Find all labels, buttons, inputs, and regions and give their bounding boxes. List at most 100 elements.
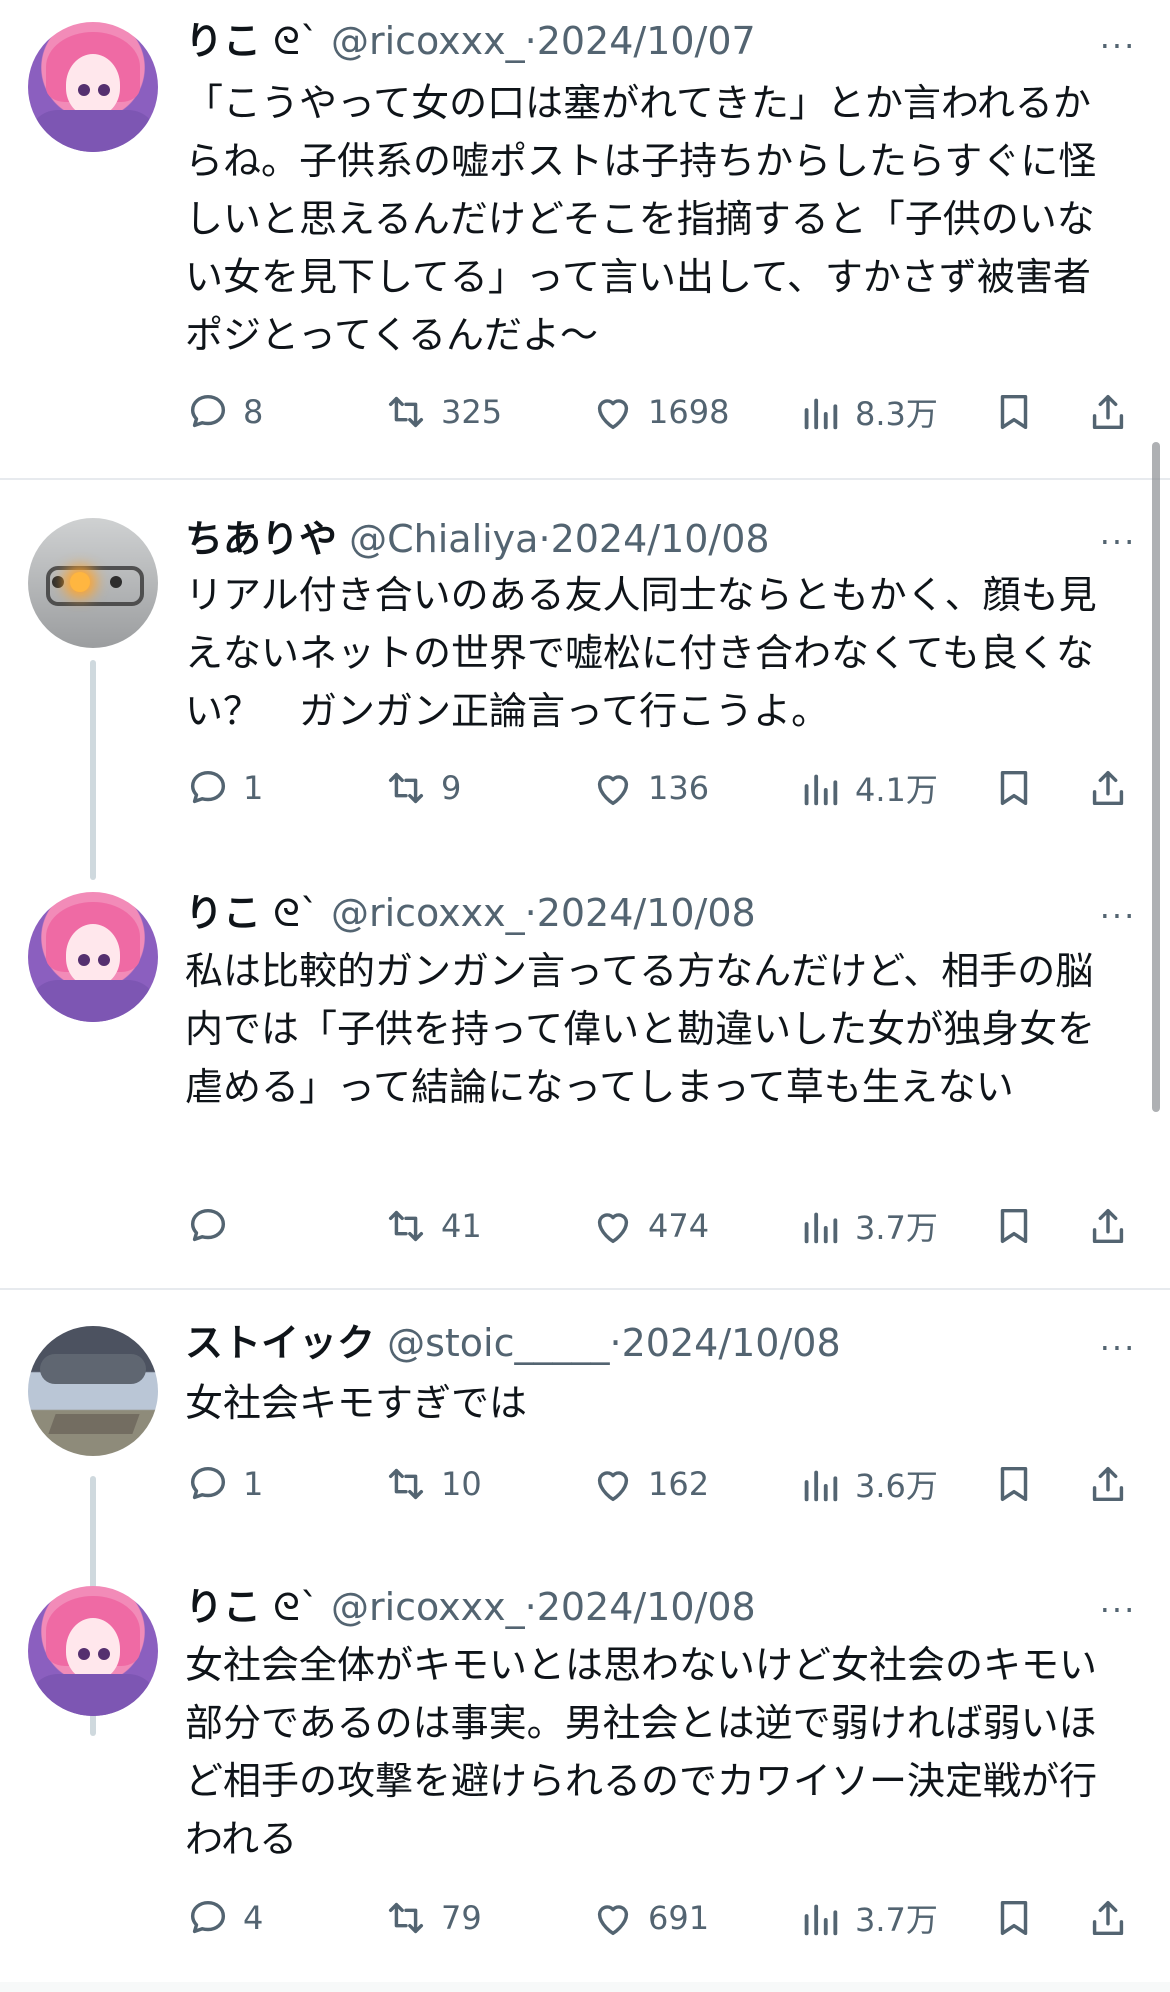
retweet-count: 325 bbox=[441, 393, 503, 431]
divider bbox=[0, 1982, 1170, 1992]
reply-button[interactable]: 8 bbox=[185, 386, 263, 438]
separator-dot: · bbox=[609, 1321, 622, 1365]
view-count: 4.1万 bbox=[855, 771, 938, 809]
retweet-button[interactable]: 79 bbox=[383, 1892, 482, 1944]
author-handle[interactable]: @ricoxxx_ bbox=[331, 19, 525, 63]
views-button[interactable]: 3.7万 bbox=[797, 1200, 938, 1252]
avatar-eye bbox=[98, 1648, 110, 1660]
views-button[interactable]: 8.3万 bbox=[797, 386, 938, 438]
more-options-icon[interactable]: ··· bbox=[1096, 1332, 1140, 1364]
author-handle[interactable]: @stoic_____ bbox=[387, 1321, 609, 1365]
share-button[interactable] bbox=[1085, 762, 1131, 814]
separator-dot: · bbox=[524, 1585, 537, 1629]
reply-icon bbox=[190, 394, 226, 428]
separator-dot: · bbox=[524, 19, 537, 63]
like-button[interactable]: 136 bbox=[590, 762, 709, 814]
share-button[interactable] bbox=[1085, 1458, 1131, 1510]
like-button[interactable]: 162 bbox=[590, 1458, 709, 1510]
bookmark-icon bbox=[1000, 1466, 1028, 1502]
heart-icon bbox=[597, 1905, 629, 1936]
tweet-date[interactable]: 2024/10/08 bbox=[537, 1585, 756, 1629]
more-options-icon[interactable]: ··· bbox=[1096, 1594, 1140, 1626]
emoji-icon: ᘓ` bbox=[273, 19, 319, 63]
more-options-icon[interactable]: ··· bbox=[1096, 526, 1140, 558]
reply-button[interactable]: 1 bbox=[185, 762, 263, 814]
author-name[interactable]: りこ bbox=[185, 1585, 261, 1629]
like-button[interactable]: 691 bbox=[590, 1892, 709, 1944]
views-button[interactable]: 4.1万 bbox=[797, 762, 938, 814]
bookmark-button[interactable] bbox=[991, 762, 1037, 814]
tweet-actions: 4 79 691 3.7万 bbox=[185, 1892, 1135, 1944]
reply-button[interactable] bbox=[185, 1200, 243, 1252]
author-handle[interactable]: @ricoxxx_ bbox=[331, 891, 525, 935]
retweet-button[interactable]: 41 bbox=[383, 1200, 482, 1252]
avatar-sweater bbox=[28, 110, 158, 152]
avatar-face bbox=[66, 924, 120, 986]
bookmark-button[interactable] bbox=[991, 1200, 1037, 1252]
retweet-icon bbox=[388, 1902, 424, 1934]
heart-icon bbox=[597, 1471, 629, 1502]
view-count: 8.3万 bbox=[855, 395, 938, 433]
bookmark-icon bbox=[1000, 394, 1028, 430]
tweet-date[interactable]: 2024/10/07 bbox=[537, 19, 756, 63]
like-count: 1698 bbox=[648, 393, 730, 431]
avatar[interactable] bbox=[28, 1326, 158, 1456]
tweet-date[interactable]: 2024/10/08 bbox=[537, 891, 756, 935]
avatar-dot bbox=[52, 576, 64, 588]
views-button[interactable]: 3.7万 bbox=[797, 1892, 938, 1944]
avatar-sweater bbox=[28, 980, 158, 1022]
more-options-icon[interactable]: ··· bbox=[1096, 900, 1140, 932]
tweet-header: りこ ᘓ` @ricoxxx_·2024/10/08 bbox=[185, 890, 756, 936]
heart-icon bbox=[597, 399, 629, 430]
avatar-eye bbox=[78, 954, 90, 966]
tweet-date[interactable]: 2024/10/08 bbox=[551, 517, 770, 561]
views-button[interactable]: 3.6万 bbox=[797, 1458, 938, 1510]
tweet-date[interactable]: 2024/10/08 bbox=[622, 1321, 841, 1365]
avatar-face bbox=[66, 54, 120, 116]
author-name[interactable]: りこ bbox=[185, 19, 261, 63]
share-button[interactable] bbox=[1085, 386, 1131, 438]
bookmark-button[interactable] bbox=[991, 386, 1037, 438]
retweet-count: 41 bbox=[441, 1207, 482, 1245]
reply-icon bbox=[190, 1208, 226, 1242]
like-button[interactable]: 1698 bbox=[590, 386, 729, 438]
avatar[interactable] bbox=[28, 1586, 158, 1716]
author-name[interactable]: ストイック bbox=[185, 1321, 375, 1365]
view-count: 3.6万 bbox=[855, 1467, 938, 1505]
like-count: 136 bbox=[648, 769, 710, 807]
bookmark-button[interactable] bbox=[991, 1458, 1037, 1510]
tweet-text: 女社会キモすぎでは bbox=[185, 1381, 528, 1425]
reply-button[interactable]: 4 bbox=[185, 1892, 263, 1944]
view-count: 3.7万 bbox=[855, 1901, 938, 1939]
tweet-actions: 8 325 1698 8.3万 bbox=[185, 386, 1135, 438]
retweet-button[interactable]: 9 bbox=[383, 762, 461, 814]
avatar-eye bbox=[78, 84, 90, 96]
bookmark-button[interactable] bbox=[991, 1892, 1037, 1944]
emoji-icon: ᘓ` bbox=[273, 891, 319, 935]
avatar[interactable] bbox=[28, 22, 158, 152]
divider bbox=[0, 1288, 1170, 1290]
reply-button[interactable]: 1 bbox=[185, 1458, 263, 1510]
author-handle[interactable]: @ricoxxx_ bbox=[331, 1585, 525, 1629]
more-options-icon[interactable]: ··· bbox=[1096, 30, 1140, 62]
author-name[interactable]: りこ bbox=[185, 891, 261, 935]
share-button[interactable] bbox=[1085, 1892, 1131, 1944]
tweet-text: 「こうやって女の口は塞がれてきた」とか言われるからね。子供系の嘘ポストは子持ちか… bbox=[185, 81, 1097, 357]
author-name[interactable]: ちありや bbox=[185, 517, 337, 561]
share-icon bbox=[1092, 1900, 1124, 1936]
view-count: 3.7万 bbox=[855, 1209, 938, 1247]
share-button[interactable] bbox=[1085, 1200, 1131, 1252]
retweet-button[interactable]: 10 bbox=[383, 1458, 482, 1510]
reply-count: 4 bbox=[243, 1899, 264, 1937]
like-button[interactable]: 474 bbox=[590, 1200, 709, 1252]
like-count: 162 bbox=[648, 1465, 710, 1503]
tweet-feed: りこ ᘓ` @ricoxxx_·2024/10/07 ··· 「こうやって女の口… bbox=[0, 0, 1170, 1992]
retweet-button[interactable]: 325 bbox=[383, 386, 502, 438]
author-handle[interactable]: @Chialiya bbox=[349, 517, 538, 561]
avatar-road bbox=[48, 1414, 140, 1434]
retweet-count: 10 bbox=[441, 1465, 482, 1503]
avatar-cloud bbox=[40, 1354, 146, 1384]
scrollbar[interactable] bbox=[1152, 442, 1160, 1112]
avatar[interactable] bbox=[28, 518, 158, 648]
avatar[interactable] bbox=[28, 892, 158, 1022]
